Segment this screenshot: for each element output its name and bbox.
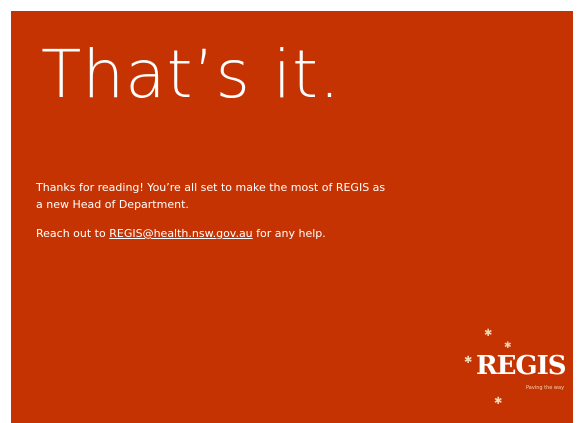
slide-headline: That’s it.	[41, 36, 342, 113]
contact-paragraph: Reach out to REGIS@health.nsw.gov.au for…	[36, 225, 386, 242]
slide: That’s it. Thanks for reading! You’re al…	[11, 11, 573, 423]
star-icon: ✱	[464, 355, 473, 366]
logo-wordmark: REGIS	[476, 351, 567, 381]
contact-prefix: Reach out to	[36, 227, 110, 240]
star-icon: ✱	[504, 341, 512, 351]
email-link[interactable]: REGIS@health.nsw.gov.au	[109, 227, 252, 240]
slide-body: Thanks for reading! You’re all set to ma…	[36, 179, 386, 254]
contact-suffix: for any help.	[252, 227, 326, 240]
logo-tagline: Paving the way	[526, 385, 565, 391]
star-icon: ✱	[494, 396, 503, 407]
star-icon: ✱	[484, 328, 493, 339]
intro-paragraph: Thanks for reading! You’re all set to ma…	[36, 181, 386, 211]
regis-logo: ✱ ✱ ✱ ✱ REGIS Paving the way	[446, 329, 576, 415]
